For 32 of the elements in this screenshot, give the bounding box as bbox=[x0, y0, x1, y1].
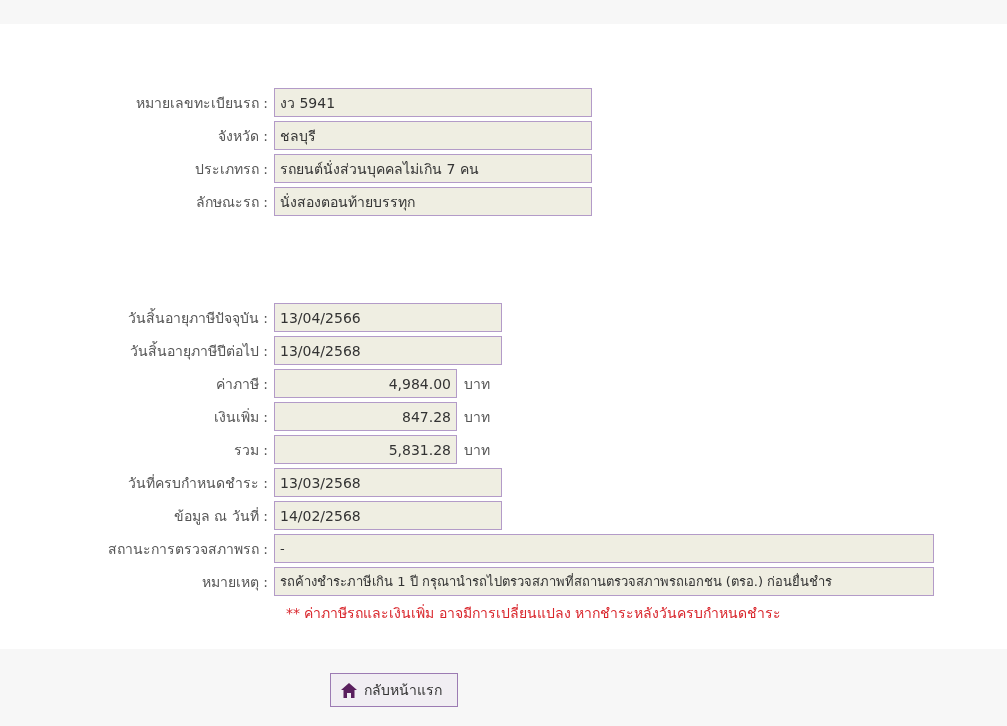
currency-unit: บาท bbox=[464, 440, 490, 460]
input-field[interactable]: นั่งสองตอนท้ายบรรทุก bbox=[274, 187, 592, 216]
home-button[interactable]: กลับหน้าแรก bbox=[330, 673, 458, 707]
field-label: วันสิ้นอายุภาษีปีต่อไป : bbox=[128, 340, 269, 362]
input-field[interactable]: ชลบุรี bbox=[274, 121, 592, 150]
input-field[interactable]: 13/04/2566 bbox=[274, 303, 502, 332]
field-label: สถานะการตรวจสภาพรถ : bbox=[106, 539, 269, 559]
field-label: วันสิ้นอายุภาษีปัจจุบัน : bbox=[126, 307, 269, 329]
input-field[interactable]: 13/03/2568 bbox=[274, 468, 502, 497]
input-field[interactable]: งว 5941 bbox=[274, 88, 592, 117]
input-field[interactable]: 847.28 bbox=[274, 402, 457, 431]
field-label: ลักษณะรถ : bbox=[194, 192, 269, 212]
currency-unit: บาท bbox=[464, 374, 490, 394]
currency-unit: บาท bbox=[464, 407, 490, 427]
input-field[interactable]: - bbox=[274, 534, 934, 563]
input-field[interactable]: 14/02/2568 bbox=[274, 501, 502, 530]
field-label: หมายเหตุ : bbox=[200, 572, 269, 593]
input-field[interactable]: รถค้างชำระภาษีเกิน 1 ปี กรุณานำรถไปตรวจสภาพที่สถานตรวจสภาพรถเอกชน (ตรอ.) ก่อนยื่นชำร bbox=[274, 567, 934, 596]
field-label: จังหวัด : bbox=[216, 126, 269, 146]
field-label: ค่าภาษี : bbox=[214, 374, 269, 394]
input-field[interactable]: 5,831.28 bbox=[274, 435, 457, 464]
input-field[interactable]: 13/04/2568 bbox=[274, 336, 502, 365]
home-icon bbox=[341, 682, 357, 698]
field-label: วันที่ครบกำหนดชำระ : bbox=[126, 473, 269, 493]
field-label: ประเภทรถ : bbox=[193, 159, 269, 179]
field-label: เงินเพิ่ม : bbox=[212, 407, 269, 427]
input-field[interactable]: รถยนต์นั่งส่วนบุคคลไม่เกิน 7 คน bbox=[274, 154, 592, 183]
field-label: รวม : bbox=[232, 440, 269, 460]
warning-note: ** ค่าภาษีรถและเงินเพิ่ม อาจมีการเปลี่ยนแปลง หากชำระหลังวันครบกำหนดชำระ bbox=[286, 603, 783, 623]
field-label: หมายเลขทะเบียนรถ : bbox=[134, 93, 269, 113]
field-label: ข้อมูล ณ วันที่ : bbox=[172, 506, 269, 527]
input-field[interactable]: 4,984.00 bbox=[274, 369, 457, 398]
